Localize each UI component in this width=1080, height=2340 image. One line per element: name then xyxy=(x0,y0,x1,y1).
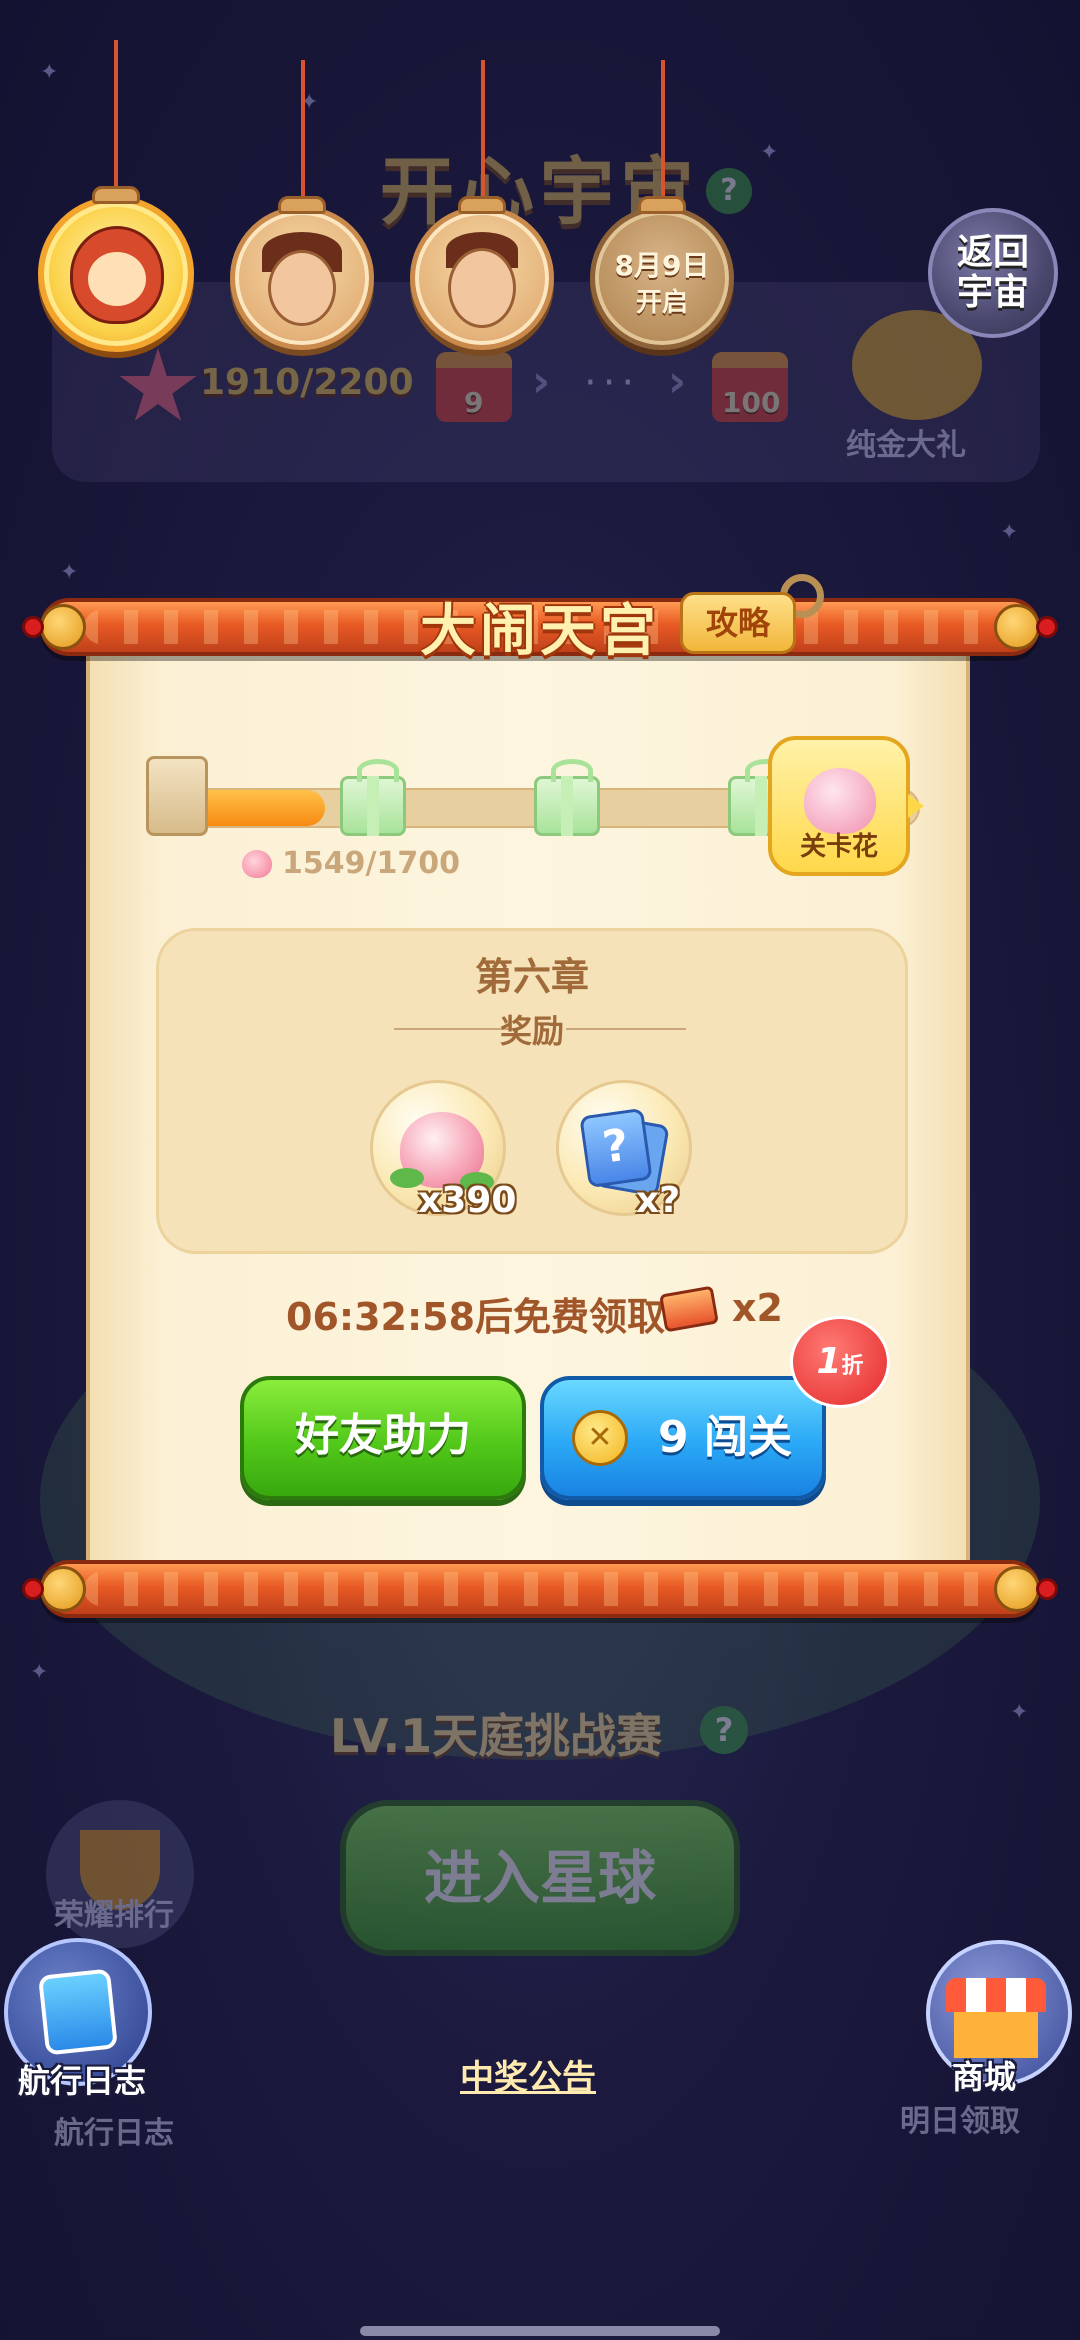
medal-cap xyxy=(638,196,686,214)
scroll-rod-bottom xyxy=(40,1560,1040,1618)
medal-string xyxy=(301,60,305,210)
shop-awning-icon xyxy=(946,1978,1046,2012)
medal-open-label: 开启 xyxy=(635,288,688,318)
medal-cap xyxy=(92,186,140,204)
bg-rank-label: 荣耀排行 xyxy=(54,1898,174,1933)
rod-end xyxy=(994,1566,1040,1612)
chapter-title: 第六章 xyxy=(474,955,589,999)
rod-end xyxy=(40,1566,86,1612)
shop-label: 商城 xyxy=(952,2058,1017,2096)
progress-text: 1549/1700 xyxy=(282,846,460,881)
dialog-title: 大闹天宫 xyxy=(420,599,660,664)
winner-notice-link[interactable]: 中奖公告 xyxy=(460,2050,596,2099)
friend-help-button[interactable]: 好友助力 xyxy=(240,1376,526,1500)
bg-help-icon: ? xyxy=(700,1706,748,1754)
bg-level-title: LV.1天庭挑战赛 xyxy=(330,1709,663,1763)
bg-tomorrow-label: 明日领取 xyxy=(900,2104,1020,2139)
voyage-log-label: 航行日志 xyxy=(18,2062,147,2100)
medal-string xyxy=(661,60,665,210)
level-flower-label: 关卡花 xyxy=(799,832,878,862)
bg-arrow-icon: › xyxy=(668,356,687,407)
medal-cap xyxy=(458,196,506,214)
bg-dots: ··· xyxy=(584,360,641,406)
mystery-card-icon: ? xyxy=(579,1107,653,1189)
guide-button[interactable]: 攻略 xyxy=(680,592,796,654)
medal-date: 8月9日 xyxy=(614,249,710,282)
discount-unit: 折 xyxy=(841,1354,864,1379)
rod-tip xyxy=(22,1578,44,1600)
reward-count: x390 xyxy=(418,1180,517,1221)
rod-tip xyxy=(1036,1578,1058,1600)
medal-cap xyxy=(278,196,326,214)
peach-icon xyxy=(242,850,272,878)
reward-label: 奖励 xyxy=(499,1012,564,1050)
bg-enter-button: 进入星球 xyxy=(340,1800,740,1956)
coin-icon: ✕ xyxy=(572,1410,628,1466)
opened-gift-icon xyxy=(146,756,208,836)
bg-log-label: 航行日志 xyxy=(54,2116,174,2151)
bg-gold-gift-label: 纯金大礼 xyxy=(846,428,966,463)
flower-icon xyxy=(804,768,876,834)
gift-box-icon[interactable] xyxy=(534,759,600,836)
gift-box-icon[interactable] xyxy=(340,759,406,836)
bg-arrow-icon: › xyxy=(532,356,551,407)
map-card-icon xyxy=(38,1968,118,2056)
discount-badge: 1折 xyxy=(790,1316,890,1408)
ticket-count: x2 xyxy=(732,1286,783,1330)
medal-string xyxy=(481,60,485,210)
bg-progress-text: 1910/2200 xyxy=(200,362,414,403)
bg-gift-label: 100 xyxy=(722,386,781,419)
character-face-icon xyxy=(448,248,516,328)
character-face-icon xyxy=(268,250,336,326)
bg-help-icon: ? xyxy=(706,168,752,214)
pass-level-label: 9 闯关 xyxy=(658,1412,792,1463)
bg-gift-label: 9 xyxy=(464,386,484,419)
return-universe-button[interactable]: 返回宇宙 xyxy=(928,208,1058,338)
medal-string xyxy=(114,40,118,200)
free-claim-timer: 06:32:58后免费领取 xyxy=(286,1295,666,1339)
home-indicator[interactable] xyxy=(360,2326,720,2336)
return-universe-label: 返回宇宙 xyxy=(956,232,1029,313)
discount-number: 1 xyxy=(816,1341,842,1382)
reward-count: x? xyxy=(636,1180,681,1221)
monkey-mask xyxy=(88,252,146,306)
